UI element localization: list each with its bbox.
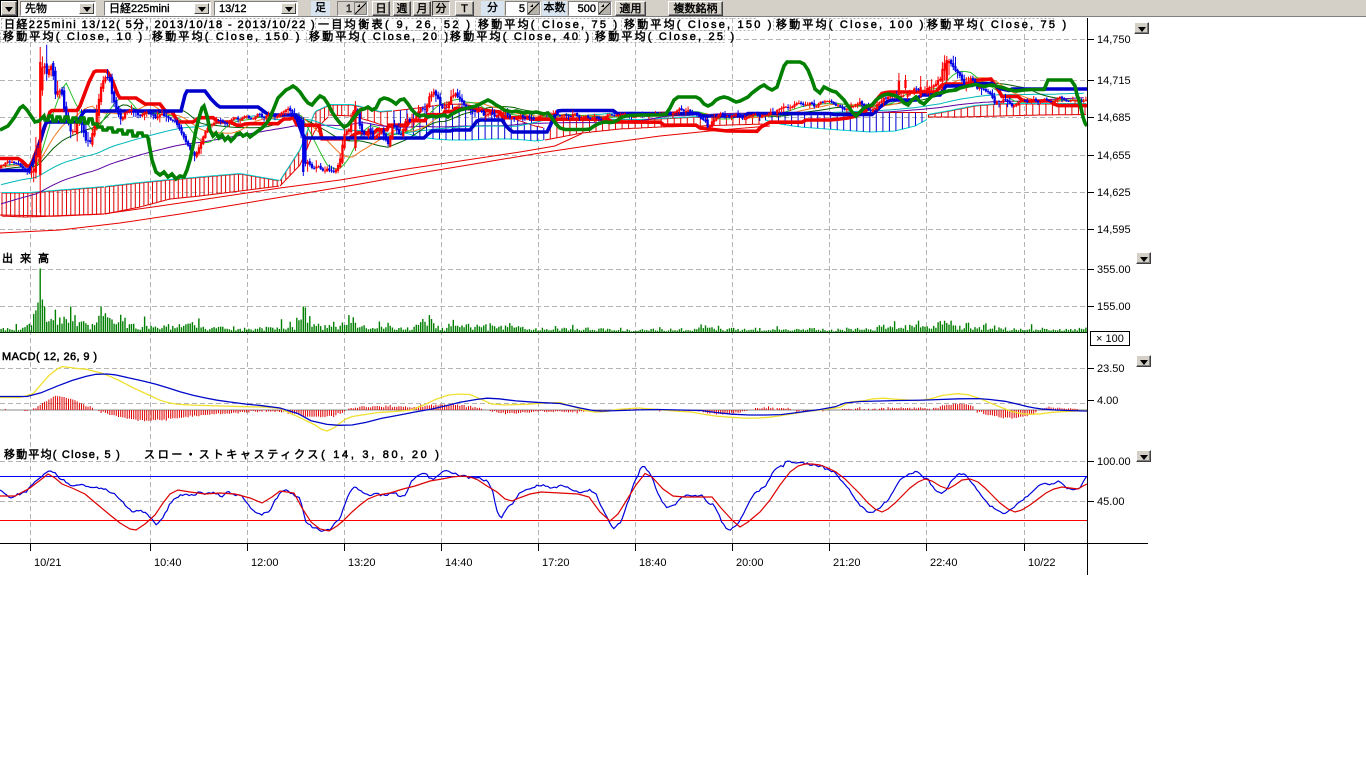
svg-text:4.00: 4.00 [1097, 395, 1118, 407]
svg-text:移動平均( Close, 5 ): 移動平均( Close, 5 ) [4, 447, 121, 461]
svg-text:× 100: × 100 [1096, 333, 1124, 345]
svg-text:14,750: 14,750 [1097, 34, 1131, 46]
svg-text:20:00: 20:00 [736, 557, 764, 569]
svg-text:スロー・ストキャスティクス( 14, 3, 80, 20 ): スロー・ストキャスティクス( 14, 3, 80, 20 ) [144, 448, 442, 461]
svg-text:21:20: 21:20 [833, 557, 861, 569]
svg-text:移動平均( Close, 20 ): 移動平均( Close, 20 ) [309, 29, 450, 43]
svg-text:355.00: 355.00 [1097, 264, 1131, 276]
svg-text:移動平均( Close, 75 ): 移動平均( Close, 75 ) [927, 17, 1068, 31]
svg-text:14:40: 14:40 [445, 557, 473, 569]
svg-text:14,595: 14,595 [1097, 224, 1131, 236]
svg-text:移動平均( Close, 150 ): 移動平均( Close, 150 ) [624, 17, 774, 31]
svg-text:MACD( 12, 26, 9 ): MACD( 12, 26, 9 ) [2, 351, 97, 363]
svg-text:14,625: 14,625 [1097, 187, 1131, 199]
svg-text:17:20: 17:20 [542, 557, 570, 569]
svg-text:23.50: 23.50 [1097, 363, 1125, 375]
svg-text:10:40: 10:40 [154, 557, 182, 569]
svg-text:22:40: 22:40 [930, 557, 958, 569]
svg-text:14,655: 14,655 [1097, 150, 1131, 162]
svg-text:移動平均( Close, 75 ): 移動平均( Close, 75 ) [478, 17, 619, 31]
svg-text:移動平均( Close, 100 ): 移動平均( Close, 100 ) [776, 17, 926, 31]
svg-text:18:40: 18:40 [639, 557, 667, 569]
svg-text:移動平均( Close, 40 ): 移動平均( Close, 40 ) [450, 29, 591, 43]
svg-text:155.00: 155.00 [1097, 301, 1131, 313]
svg-text:移動平均( Close, 150 ): 移動平均( Close, 150 ) [152, 29, 302, 43]
svg-text:出来高: 出来高 [2, 251, 56, 265]
svg-text:10/21: 10/21 [34, 557, 62, 569]
svg-text:12:00: 12:00 [251, 557, 279, 569]
svg-text:一目均衡表( 9, 26, 52 ): 一目均衡表( 9, 26, 52 ) [318, 17, 472, 31]
svg-text:移動平均( Close, 10 ): 移動平均( Close, 10 ) [3, 29, 144, 43]
svg-text:100.00: 100.00 [1097, 456, 1131, 468]
svg-text:13:20: 13:20 [348, 557, 376, 569]
svg-text:14,715: 14,715 [1097, 75, 1131, 87]
svg-text:移動平均( Close, 25 ): 移動平均( Close, 25 ) [595, 29, 736, 43]
svg-text:14,685: 14,685 [1097, 112, 1131, 124]
svg-text:10/22: 10/22 [1028, 557, 1056, 569]
svg-text:45.00: 45.00 [1097, 496, 1125, 508]
svg-text:日経225mini 13/12( 5分, 2013/10/1: 日経225mini 13/12( 5分, 2013/10/18 - 2013/1… [4, 18, 316, 31]
